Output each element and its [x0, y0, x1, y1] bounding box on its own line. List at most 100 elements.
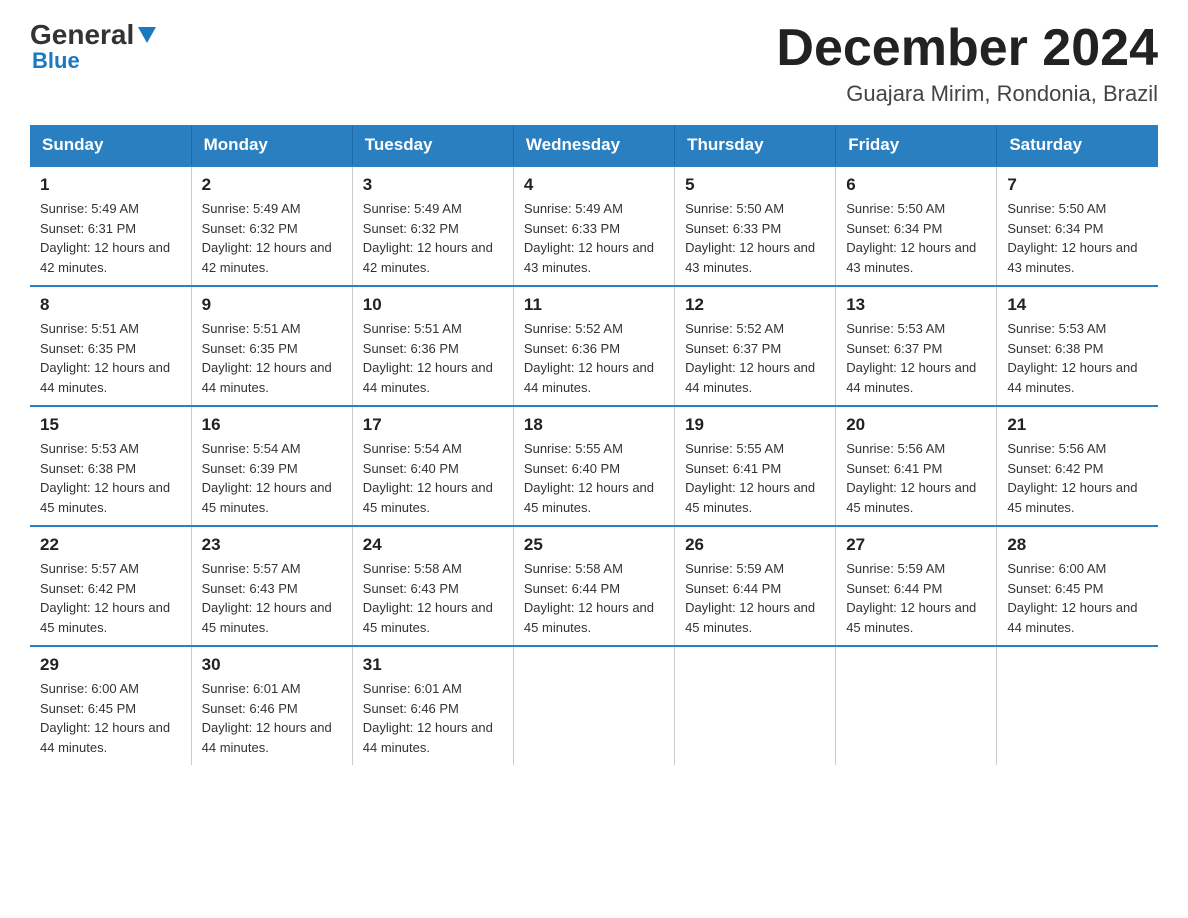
- table-row: 11 Sunrise: 5:52 AM Sunset: 6:36 PM Dayl…: [513, 286, 674, 406]
- day-info: Sunrise: 5:54 AM Sunset: 6:40 PM Dayligh…: [363, 439, 503, 517]
- day-number: 1: [40, 175, 181, 195]
- table-row: 3 Sunrise: 5:49 AM Sunset: 6:32 PM Dayli…: [352, 166, 513, 286]
- table-row: 17 Sunrise: 5:54 AM Sunset: 6:40 PM Dayl…: [352, 406, 513, 526]
- day-number: 2: [202, 175, 342, 195]
- table-row: 22 Sunrise: 5:57 AM Sunset: 6:42 PM Dayl…: [30, 526, 191, 646]
- table-row: 7 Sunrise: 5:50 AM Sunset: 6:34 PM Dayli…: [997, 166, 1158, 286]
- table-row: 29 Sunrise: 6:00 AM Sunset: 6:45 PM Dayl…: [30, 646, 191, 765]
- day-number: 9: [202, 295, 342, 315]
- day-info: Sunrise: 5:53 AM Sunset: 6:38 PM Dayligh…: [1007, 319, 1148, 397]
- day-info: Sunrise: 5:50 AM Sunset: 6:34 PM Dayligh…: [846, 199, 986, 277]
- day-info: Sunrise: 5:55 AM Sunset: 6:41 PM Dayligh…: [685, 439, 825, 517]
- day-number: 10: [363, 295, 503, 315]
- header-thursday: Thursday: [675, 125, 836, 166]
- table-row: 21 Sunrise: 5:56 AM Sunset: 6:42 PM Dayl…: [997, 406, 1158, 526]
- table-row: [836, 646, 997, 765]
- table-row: 28 Sunrise: 6:00 AM Sunset: 6:45 PM Dayl…: [997, 526, 1158, 646]
- day-info: Sunrise: 5:59 AM Sunset: 6:44 PM Dayligh…: [685, 559, 825, 637]
- day-info: Sunrise: 5:58 AM Sunset: 6:43 PM Dayligh…: [363, 559, 503, 637]
- logo-arrow-icon: [138, 22, 156, 50]
- day-info: Sunrise: 6:01 AM Sunset: 6:46 PM Dayligh…: [202, 679, 342, 757]
- table-row: [997, 646, 1158, 765]
- day-info: Sunrise: 5:57 AM Sunset: 6:43 PM Dayligh…: [202, 559, 342, 637]
- day-info: Sunrise: 5:51 AM Sunset: 6:36 PM Dayligh…: [363, 319, 503, 397]
- day-number: 11: [524, 295, 664, 315]
- table-row: 16 Sunrise: 5:54 AM Sunset: 6:39 PM Dayl…: [191, 406, 352, 526]
- table-row: 20 Sunrise: 5:56 AM Sunset: 6:41 PM Dayl…: [836, 406, 997, 526]
- day-number: 30: [202, 655, 342, 675]
- day-number: 28: [1007, 535, 1148, 555]
- title-area: December 2024 Guajara Mirim, Rondonia, B…: [776, 20, 1158, 107]
- calendar-header: Sunday Monday Tuesday Wednesday Thursday…: [30, 125, 1158, 166]
- day-number: 19: [685, 415, 825, 435]
- day-info: Sunrise: 5:58 AM Sunset: 6:44 PM Dayligh…: [524, 559, 664, 637]
- table-row: 12 Sunrise: 5:52 AM Sunset: 6:37 PM Dayl…: [675, 286, 836, 406]
- page-title: December 2024: [776, 20, 1158, 77]
- day-number: 8: [40, 295, 181, 315]
- table-row: 9 Sunrise: 5:51 AM Sunset: 6:35 PM Dayli…: [191, 286, 352, 406]
- header-monday: Monday: [191, 125, 352, 166]
- header-saturday: Saturday: [997, 125, 1158, 166]
- day-info: Sunrise: 5:54 AM Sunset: 6:39 PM Dayligh…: [202, 439, 342, 517]
- table-row: 27 Sunrise: 5:59 AM Sunset: 6:44 PM Dayl…: [836, 526, 997, 646]
- table-row: 1 Sunrise: 5:49 AM Sunset: 6:31 PM Dayli…: [30, 166, 191, 286]
- day-number: 6: [846, 175, 986, 195]
- day-number: 3: [363, 175, 503, 195]
- table-row: 23 Sunrise: 5:57 AM Sunset: 6:43 PM Dayl…: [191, 526, 352, 646]
- table-row: 31 Sunrise: 6:01 AM Sunset: 6:46 PM Dayl…: [352, 646, 513, 765]
- day-info: Sunrise: 5:59 AM Sunset: 6:44 PM Dayligh…: [846, 559, 986, 637]
- table-row: 26 Sunrise: 5:59 AM Sunset: 6:44 PM Dayl…: [675, 526, 836, 646]
- day-info: Sunrise: 5:57 AM Sunset: 6:42 PM Dayligh…: [40, 559, 181, 637]
- table-row: 24 Sunrise: 5:58 AM Sunset: 6:43 PM Dayl…: [352, 526, 513, 646]
- day-number: 4: [524, 175, 664, 195]
- table-row: 10 Sunrise: 5:51 AM Sunset: 6:36 PM Dayl…: [352, 286, 513, 406]
- day-number: 5: [685, 175, 825, 195]
- day-info: Sunrise: 5:56 AM Sunset: 6:41 PM Dayligh…: [846, 439, 986, 517]
- day-info: Sunrise: 5:50 AM Sunset: 6:34 PM Dayligh…: [1007, 199, 1148, 277]
- logo: General Blue: [30, 20, 156, 74]
- day-info: Sunrise: 5:53 AM Sunset: 6:38 PM Dayligh…: [40, 439, 181, 517]
- calendar-body: 1 Sunrise: 5:49 AM Sunset: 6:31 PM Dayli…: [30, 166, 1158, 765]
- day-info: Sunrise: 5:49 AM Sunset: 6:33 PM Dayligh…: [524, 199, 664, 277]
- day-info: Sunrise: 5:53 AM Sunset: 6:37 PM Dayligh…: [846, 319, 986, 397]
- table-row: 6 Sunrise: 5:50 AM Sunset: 6:34 PM Dayli…: [836, 166, 997, 286]
- table-row: 5 Sunrise: 5:50 AM Sunset: 6:33 PM Dayli…: [675, 166, 836, 286]
- day-info: Sunrise: 6:00 AM Sunset: 6:45 PM Dayligh…: [1007, 559, 1148, 637]
- day-number: 12: [685, 295, 825, 315]
- day-info: Sunrise: 5:49 AM Sunset: 6:32 PM Dayligh…: [202, 199, 342, 277]
- day-info: Sunrise: 6:00 AM Sunset: 6:45 PM Dayligh…: [40, 679, 181, 757]
- table-row: 15 Sunrise: 5:53 AM Sunset: 6:38 PM Dayl…: [30, 406, 191, 526]
- day-number: 20: [846, 415, 986, 435]
- table-row: 4 Sunrise: 5:49 AM Sunset: 6:33 PM Dayli…: [513, 166, 674, 286]
- table-row: 8 Sunrise: 5:51 AM Sunset: 6:35 PM Dayli…: [30, 286, 191, 406]
- day-number: 23: [202, 535, 342, 555]
- day-info: Sunrise: 5:52 AM Sunset: 6:37 PM Dayligh…: [685, 319, 825, 397]
- day-number: 29: [40, 655, 181, 675]
- day-number: 15: [40, 415, 181, 435]
- day-number: 18: [524, 415, 664, 435]
- table-row: 25 Sunrise: 5:58 AM Sunset: 6:44 PM Dayl…: [513, 526, 674, 646]
- day-info: Sunrise: 5:56 AM Sunset: 6:42 PM Dayligh…: [1007, 439, 1148, 517]
- table-row: [513, 646, 674, 765]
- header: General Blue December 2024 Guajara Mirim…: [30, 20, 1158, 107]
- header-friday: Friday: [836, 125, 997, 166]
- day-number: 27: [846, 535, 986, 555]
- day-info: Sunrise: 5:52 AM Sunset: 6:36 PM Dayligh…: [524, 319, 664, 397]
- day-number: 24: [363, 535, 503, 555]
- day-number: 13: [846, 295, 986, 315]
- page-subtitle: Guajara Mirim, Rondonia, Brazil: [776, 81, 1158, 107]
- table-row: 30 Sunrise: 6:01 AM Sunset: 6:46 PM Dayl…: [191, 646, 352, 765]
- day-number: 22: [40, 535, 181, 555]
- calendar-table: Sunday Monday Tuesday Wednesday Thursday…: [30, 125, 1158, 765]
- day-info: Sunrise: 5:50 AM Sunset: 6:33 PM Dayligh…: [685, 199, 825, 277]
- logo-general-text: General: [30, 21, 134, 49]
- day-info: Sunrise: 5:49 AM Sunset: 6:32 PM Dayligh…: [363, 199, 503, 277]
- day-number: 26: [685, 535, 825, 555]
- table-row: 19 Sunrise: 5:55 AM Sunset: 6:41 PM Dayl…: [675, 406, 836, 526]
- day-info: Sunrise: 5:51 AM Sunset: 6:35 PM Dayligh…: [40, 319, 181, 397]
- header-tuesday: Tuesday: [352, 125, 513, 166]
- day-info: Sunrise: 5:51 AM Sunset: 6:35 PM Dayligh…: [202, 319, 342, 397]
- header-sunday: Sunday: [30, 125, 191, 166]
- table-row: 13 Sunrise: 5:53 AM Sunset: 6:37 PM Dayl…: [836, 286, 997, 406]
- day-info: Sunrise: 5:49 AM Sunset: 6:31 PM Dayligh…: [40, 199, 181, 277]
